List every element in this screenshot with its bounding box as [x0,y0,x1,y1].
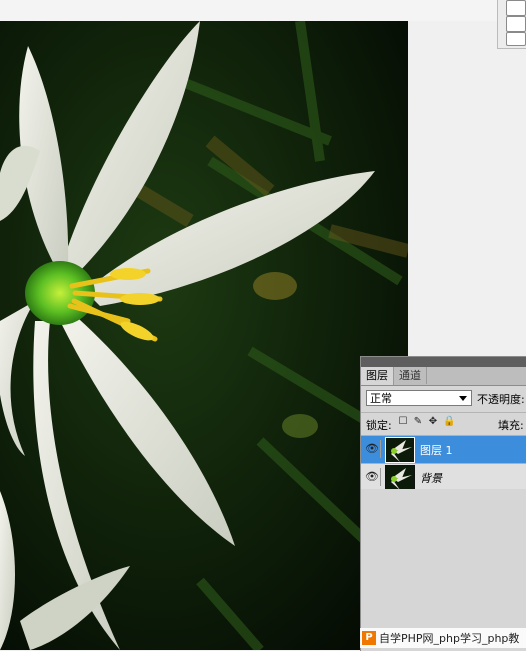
layer-name[interactable]: 背景 [420,470,442,486]
visibility-eye-icon[interactable]: 👁 [364,468,381,486]
lock-row: 锁定: ☐ ✎ ✥ 🔒 填充: [361,412,526,435]
lock-image-pixels-icon[interactable]: ✎ [413,417,423,427]
maximize-button[interactable] [506,16,526,32]
layers-panel: 图层 通道 正常 不透明度: 锁定: ☐ ✎ ✥ 🔒 填充: 👁 图层 1 👁 … [360,356,526,651]
layer-thumbnail [385,437,415,463]
lock-all-icon[interactable]: 🔒 [443,417,455,427]
panel-title-bar[interactable] [361,357,526,367]
layer-thumbnail [385,465,415,491]
tab-channels[interactable]: 通道 [394,367,427,384]
tab-layers[interactable]: 图层 [361,367,394,385]
layer-row-background[interactable]: 👁 背景 [361,463,526,491]
document-canvas[interactable] [0,21,408,650]
blend-mode-select[interactable]: 正常 [366,390,472,406]
visibility-eye-icon[interactable]: 👁 [364,440,381,458]
lock-icons: ☐ ✎ ✥ 🔒 [398,417,456,427]
opacity-label: 不透明度: [477,393,525,406]
lock-transparent-pixels-icon[interactable]: ☐ [398,417,408,427]
flower-photo [0,21,408,650]
watermark-text: 自学PHP网_php学习_php教 [379,632,520,645]
menu-bar-area [0,0,526,21]
blend-mode-value: 正常 [370,392,392,405]
fill-label: 填充: [498,419,524,432]
minimize-button[interactable] [506,0,526,16]
lock-label: 锁定: [366,419,392,432]
panel-tabs: 图层 通道 [361,367,526,386]
layer-row-layer-1[interactable]: 👁 图层 1 [361,435,526,463]
layer-name[interactable]: 图层 1 [420,442,453,458]
blend-row: 正常 不透明度: [361,386,526,412]
close-button[interactable] [506,32,526,46]
window-controls [497,0,526,49]
layers-list-empty-area [361,489,526,651]
lock-position-icon[interactable]: ✥ [428,417,438,427]
site-logo-icon: P [362,631,376,645]
dropdown-arrow-icon [459,396,467,401]
watermark: P 自学PHP网_php学习_php教 [360,628,526,648]
